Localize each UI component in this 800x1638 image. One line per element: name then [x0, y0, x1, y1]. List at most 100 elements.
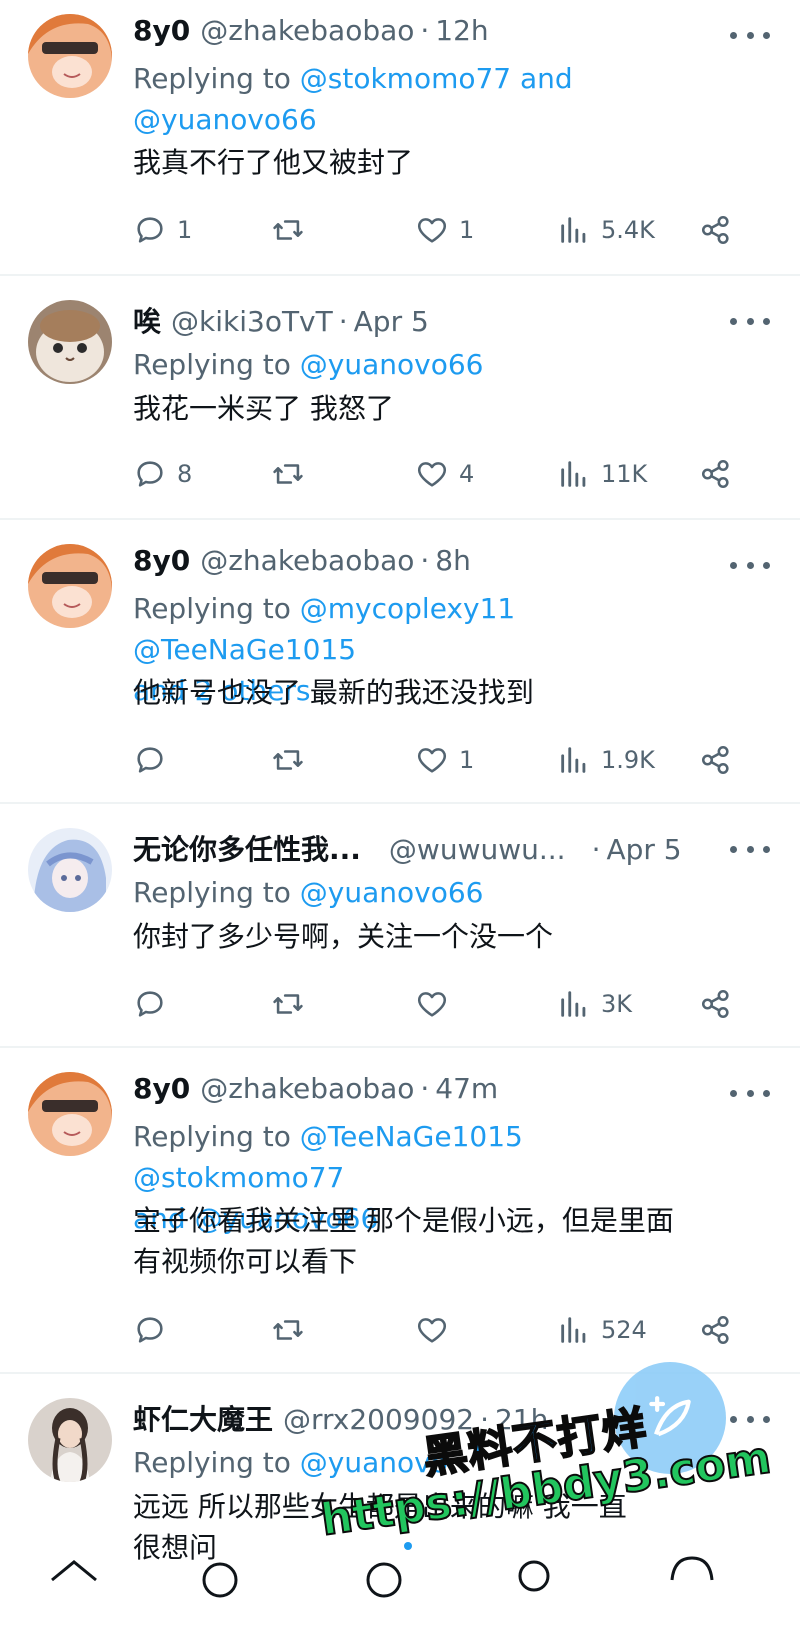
retweet-button[interactable]: [271, 454, 315, 494]
user-handle[interactable]: @kiki3oTvT: [171, 305, 333, 338]
replying-to: Replying to @yuanovo66: [133, 348, 484, 381]
timestamp[interactable]: 47m: [435, 1072, 498, 1105]
avatar[interactable]: [28, 544, 112, 628]
retweet-icon: [273, 220, 303, 240]
views-button[interactable]: 1.9K: [557, 740, 655, 780]
tweet-text: 我花一米买了 我怒了: [133, 392, 394, 425]
views-button[interactable]: 524: [557, 1310, 647, 1350]
tweet-text: 宝子你看我关注里 那个是假小远，但是里面 有视频你可以看下: [133, 1204, 674, 1278]
reply-button[interactable]: [133, 740, 177, 780]
replying-to: Replying to @stokmomo77 and @yuanovo66: [133, 62, 573, 136]
reply-button[interactable]: 8: [133, 454, 192, 494]
tweet-actions: 3K: [133, 984, 753, 1024]
retweet-button[interactable]: [271, 1310, 315, 1350]
tweet[interactable]: 唉 @kiki3oTvT · Apr 5 Replying to @yuanov…: [0, 276, 800, 520]
avatar[interactable]: [28, 300, 112, 384]
tweet-header: 8y0 @zhakebaobao · 8h: [133, 544, 471, 577]
retweet-button[interactable]: [271, 210, 315, 250]
mention-link[interactable]: @stokmomo77 and: [300, 62, 573, 95]
share-icon: [701, 989, 729, 1019]
heart-icon: [417, 1318, 447, 1343]
share-button[interactable]: [699, 454, 733, 494]
display-name[interactable]: 虾仁大魔王: [133, 1398, 273, 1438]
reply-button[interactable]: 1: [133, 210, 192, 250]
mention-link[interactable]: @yuanovo66: [300, 348, 484, 381]
display-name[interactable]: 唉: [133, 300, 161, 340]
like-button[interactable]: [415, 984, 459, 1024]
retweet-icon: [273, 750, 303, 770]
home-tab[interactable]: [46, 1540, 102, 1638]
home-icon: [51, 1560, 97, 1582]
more-icon[interactable]: [730, 834, 770, 864]
tweet-header: 唉 @kiki3oTvT · Apr 5: [133, 300, 728, 340]
more-icon[interactable]: [730, 20, 770, 50]
replying-to: Replying to @yuanovo66: [133, 876, 484, 909]
like-button[interactable]: 1: [415, 740, 474, 780]
tweet[interactable]: 8y0 @zhakebaobao · 8h Replying to @mycop…: [0, 520, 800, 804]
like-button[interactable]: 1: [415, 210, 474, 250]
display-name[interactable]: 8y0: [133, 1072, 190, 1105]
user-handle[interactable]: @zhakebaobao: [200, 544, 414, 577]
user-handle[interactable]: @zhakebaobao: [200, 14, 414, 47]
share-button[interactable]: [699, 984, 733, 1024]
more-icon[interactable]: [730, 1078, 770, 1108]
heart-icon: [417, 218, 447, 243]
reply-icon: [137, 747, 163, 773]
retweet-button[interactable]: [271, 740, 315, 780]
tweet[interactable]: 8y0 @zhakebaobao · 47m Replying to @TeeN…: [0, 1048, 800, 1374]
notifications-tab[interactable]: [664, 1540, 720, 1638]
timestamp[interactable]: 21h: [495, 1403, 548, 1436]
views-icon: [561, 991, 586, 1017]
timestamp[interactable]: Apr 5: [354, 305, 429, 338]
like-button[interactable]: 4: [415, 454, 474, 494]
communities-tab[interactable]: [506, 1540, 562, 1638]
spaces-icon: [366, 1542, 412, 1598]
share-button[interactable]: [699, 210, 733, 250]
views-icon: [561, 747, 586, 773]
mention-link[interactable]: @yuanovo66: [133, 103, 317, 136]
views-icon: [561, 1317, 586, 1343]
share-icon: [701, 459, 729, 489]
tweet[interactable]: 8y0 @zhakebaobao · 12h Replying to @stok…: [0, 0, 800, 276]
tweet[interactable]: 无论你多任性我... @wuwuwu... · Apr 5 Replying t…: [0, 804, 800, 1048]
user-handle[interactable]: @zhakebaobao: [200, 1072, 414, 1105]
share-icon: [701, 1315, 729, 1345]
more-icon[interactable]: [730, 550, 770, 580]
display-name[interactable]: 8y0: [133, 14, 190, 47]
avatar[interactable]: [28, 1072, 112, 1156]
views-icon: [561, 217, 586, 243]
share-button[interactable]: [699, 740, 733, 780]
share-button[interactable]: [699, 1310, 733, 1350]
more-icon[interactable]: [730, 306, 770, 336]
more-icon[interactable]: [730, 1404, 770, 1434]
reply-button[interactable]: [133, 1310, 177, 1350]
like-button[interactable]: [415, 1310, 459, 1350]
compose-button[interactable]: [614, 1362, 726, 1474]
search-tab[interactable]: [196, 1540, 252, 1638]
mention-link[interactable]: @yuanovo66: [300, 876, 484, 909]
views-button[interactable]: 5.4K: [557, 210, 655, 250]
avatar[interactable]: [28, 828, 112, 912]
mention-link[interactable]: @yuanovo: [300, 1446, 448, 1479]
tweet-header: 8y0 @zhakebaobao · 12h: [133, 14, 489, 47]
communities-icon: [518, 1560, 550, 1592]
user-handle[interactable]: @wuwuwu...: [389, 833, 566, 866]
avatar[interactable]: [28, 14, 112, 98]
retweet-button[interactable]: [271, 984, 315, 1024]
reply-button[interactable]: [133, 984, 177, 1024]
spaces-tab[interactable]: [356, 1540, 412, 1638]
avatar[interactable]: [28, 1398, 112, 1482]
display-name[interactable]: 8y0: [133, 544, 190, 577]
reply-icon: [137, 991, 163, 1017]
display-name[interactable]: 无论你多任性我...: [133, 828, 361, 868]
views-button[interactable]: 3K: [557, 984, 632, 1024]
search-icon: [202, 1562, 238, 1598]
user-handle[interactable]: @rrx2009092: [283, 1403, 474, 1436]
compose-icon: [649, 1396, 691, 1437]
views-button[interactable]: 11K: [557, 454, 647, 494]
timestamp[interactable]: 12h: [435, 14, 488, 47]
retweet-icon: [273, 1320, 303, 1340]
timestamp[interactable]: Apr 5: [606, 833, 681, 866]
tweet-actions: 8 4 11K: [133, 454, 753, 494]
timestamp[interactable]: 8h: [435, 544, 471, 577]
